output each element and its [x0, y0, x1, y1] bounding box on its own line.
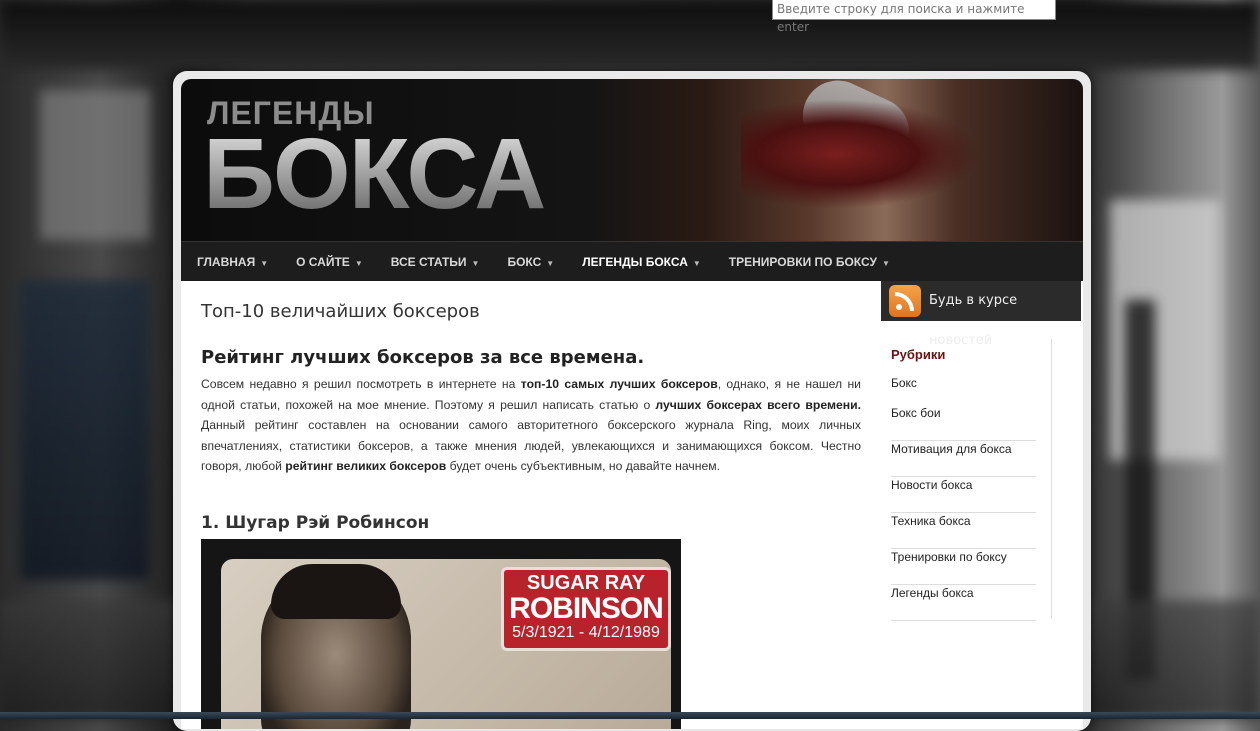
- background-window: [40, 90, 150, 240]
- chevron-down-icon: ▼: [471, 259, 480, 268]
- badge-line-1: SUGAR RAY: [526, 572, 646, 594]
- rubric-link[interactable]: Новости бокса: [891, 477, 1036, 513]
- nav-item-label: ГЛАВНАЯ: [197, 255, 256, 269]
- nav-item-label: ВСЕ СТАТЬИ: [390, 255, 467, 269]
- rubric-link[interactable]: Техника бокса: [891, 513, 1036, 549]
- boxer-photo: SUGAR RAY ROBINSON 5/3/1921 - 4/12/1989: [201, 539, 681, 729]
- rubric-link[interactable]: Мотивация для бокса: [891, 441, 1036, 477]
- chevron-down-icon: ▼: [881, 259, 890, 268]
- logo-main-word[interactable]: БОКСА: [203, 119, 546, 229]
- bold-text: рейтинг великих боксеров: [285, 459, 447, 473]
- rubric-link[interactable]: Тренировки по боксу: [891, 549, 1036, 585]
- page-inner: ЛЕГЕНДЫ БОКСА ГЛАВНАЯ ▼ О САЙТЕ ▼ ВСЕ СТАТ…: [181, 79, 1083, 729]
- sidebar: Будь в курсе новостей Рубрики Бокс Бокс …: [881, 281, 1083, 729]
- nav-item-label: ЛЕГЕНДЫ БОКСА: [582, 255, 688, 269]
- nav-item-training[interactable]: ТРЕНИРОВКИ ПО БОКСУ ▼: [713, 242, 902, 282]
- text-run: будет очень субъективным, но давайте нач…: [446, 459, 721, 473]
- nav-item-home[interactable]: ГЛАВНАЯ ▼: [181, 242, 280, 282]
- bold-text: топ-10 самых лучших боксеров: [520, 377, 718, 391]
- chevron-down-icon: ▼: [692, 259, 701, 268]
- main-nav: ГЛАВНАЯ ▼ О САЙТЕ ▼ ВСЕ СТАТЬИ ▼ БОКС ▼ ЛЕГЕ…: [181, 241, 1083, 282]
- nav-item-label: БОКС: [507, 255, 542, 269]
- section-heading: 1. Шугар Рэй Робинсон: [201, 513, 430, 533]
- nav-item-boxing[interactable]: БОКС ▼: [491, 242, 566, 282]
- text-run: Совсем недавно я решил посмотреть в инте…: [201, 377, 521, 391]
- rubric-link[interactable]: Бокс бои: [891, 405, 1036, 441]
- post-subheading: Рейтинг лучших боксеров за все времена.: [201, 347, 645, 368]
- chevron-down-icon: ▼: [354, 259, 363, 268]
- post-paragraph: Совсем недавно я решил посмотреть в инте…: [201, 374, 861, 477]
- badge-dates: 5/3/1921 - 4/12/1989: [512, 624, 660, 641]
- header-boxing-glove: [741, 99, 981, 209]
- rss-subscribe[interactable]: Будь в курсе новостей: [881, 281, 1081, 348]
- nav-item-all-articles[interactable]: ВСЕ СТАТЬИ ▼: [375, 242, 492, 282]
- post-title[interactable]: Топ-10 величайших боксеров: [201, 301, 480, 322]
- nav-item-label: О САЙТЕ: [296, 255, 350, 269]
- rss-icon: [889, 285, 921, 317]
- nav-item-legends[interactable]: ЛЕГЕНДЫ БОКСА ▼: [566, 242, 713, 282]
- badge-line-2: ROBINSON: [509, 592, 664, 625]
- nav-item-label: ТРЕНИРОВКИ ПО БОКСУ: [728, 255, 877, 269]
- rubric-link[interactable]: Бокс: [891, 375, 1036, 405]
- rubrics-title: Рубрики: [891, 347, 946, 362]
- rubrics-widget: Рубрики Бокс Бокс бои Мотивация для бокс…: [881, 339, 1052, 621]
- page-wrapper: ЛЕГЕНДЫ БОКСА ГЛАВНАЯ ▼ О САЙТЕ ▼ ВСЕ СТАТ…: [173, 71, 1091, 731]
- os-taskbar[interactable]: [0, 712, 1260, 719]
- chevron-down-icon: ▼: [546, 259, 555, 268]
- main-content: Топ-10 величайших боксеров Рейтинг лучши…: [181, 281, 881, 729]
- chevron-down-icon: ▼: [260, 259, 269, 268]
- site-header: ЛЕГЕНДЫ БОКСА: [181, 79, 1083, 241]
- bold-text: лучших боксерах всего времени.: [655, 397, 861, 412]
- boxer-hair: [271, 564, 401, 619]
- rubric-link[interactable]: Легенды бокса: [891, 585, 1036, 621]
- background-ceiling: [0, 0, 1260, 70]
- rubrics-list: Бокс Бокс бои Мотивация для бокса Новост…: [891, 375, 1036, 621]
- background-ring: [20, 280, 150, 580]
- photo-name-badge: SUGAR RAY ROBINSON 5/3/1921 - 4/12/1989: [501, 567, 671, 651]
- nav-item-about[interactable]: О САЙТЕ ▼: [280, 242, 375, 282]
- search-input[interactable]: Введите строку для поиска и нажмите ente…: [772, 0, 1056, 34]
